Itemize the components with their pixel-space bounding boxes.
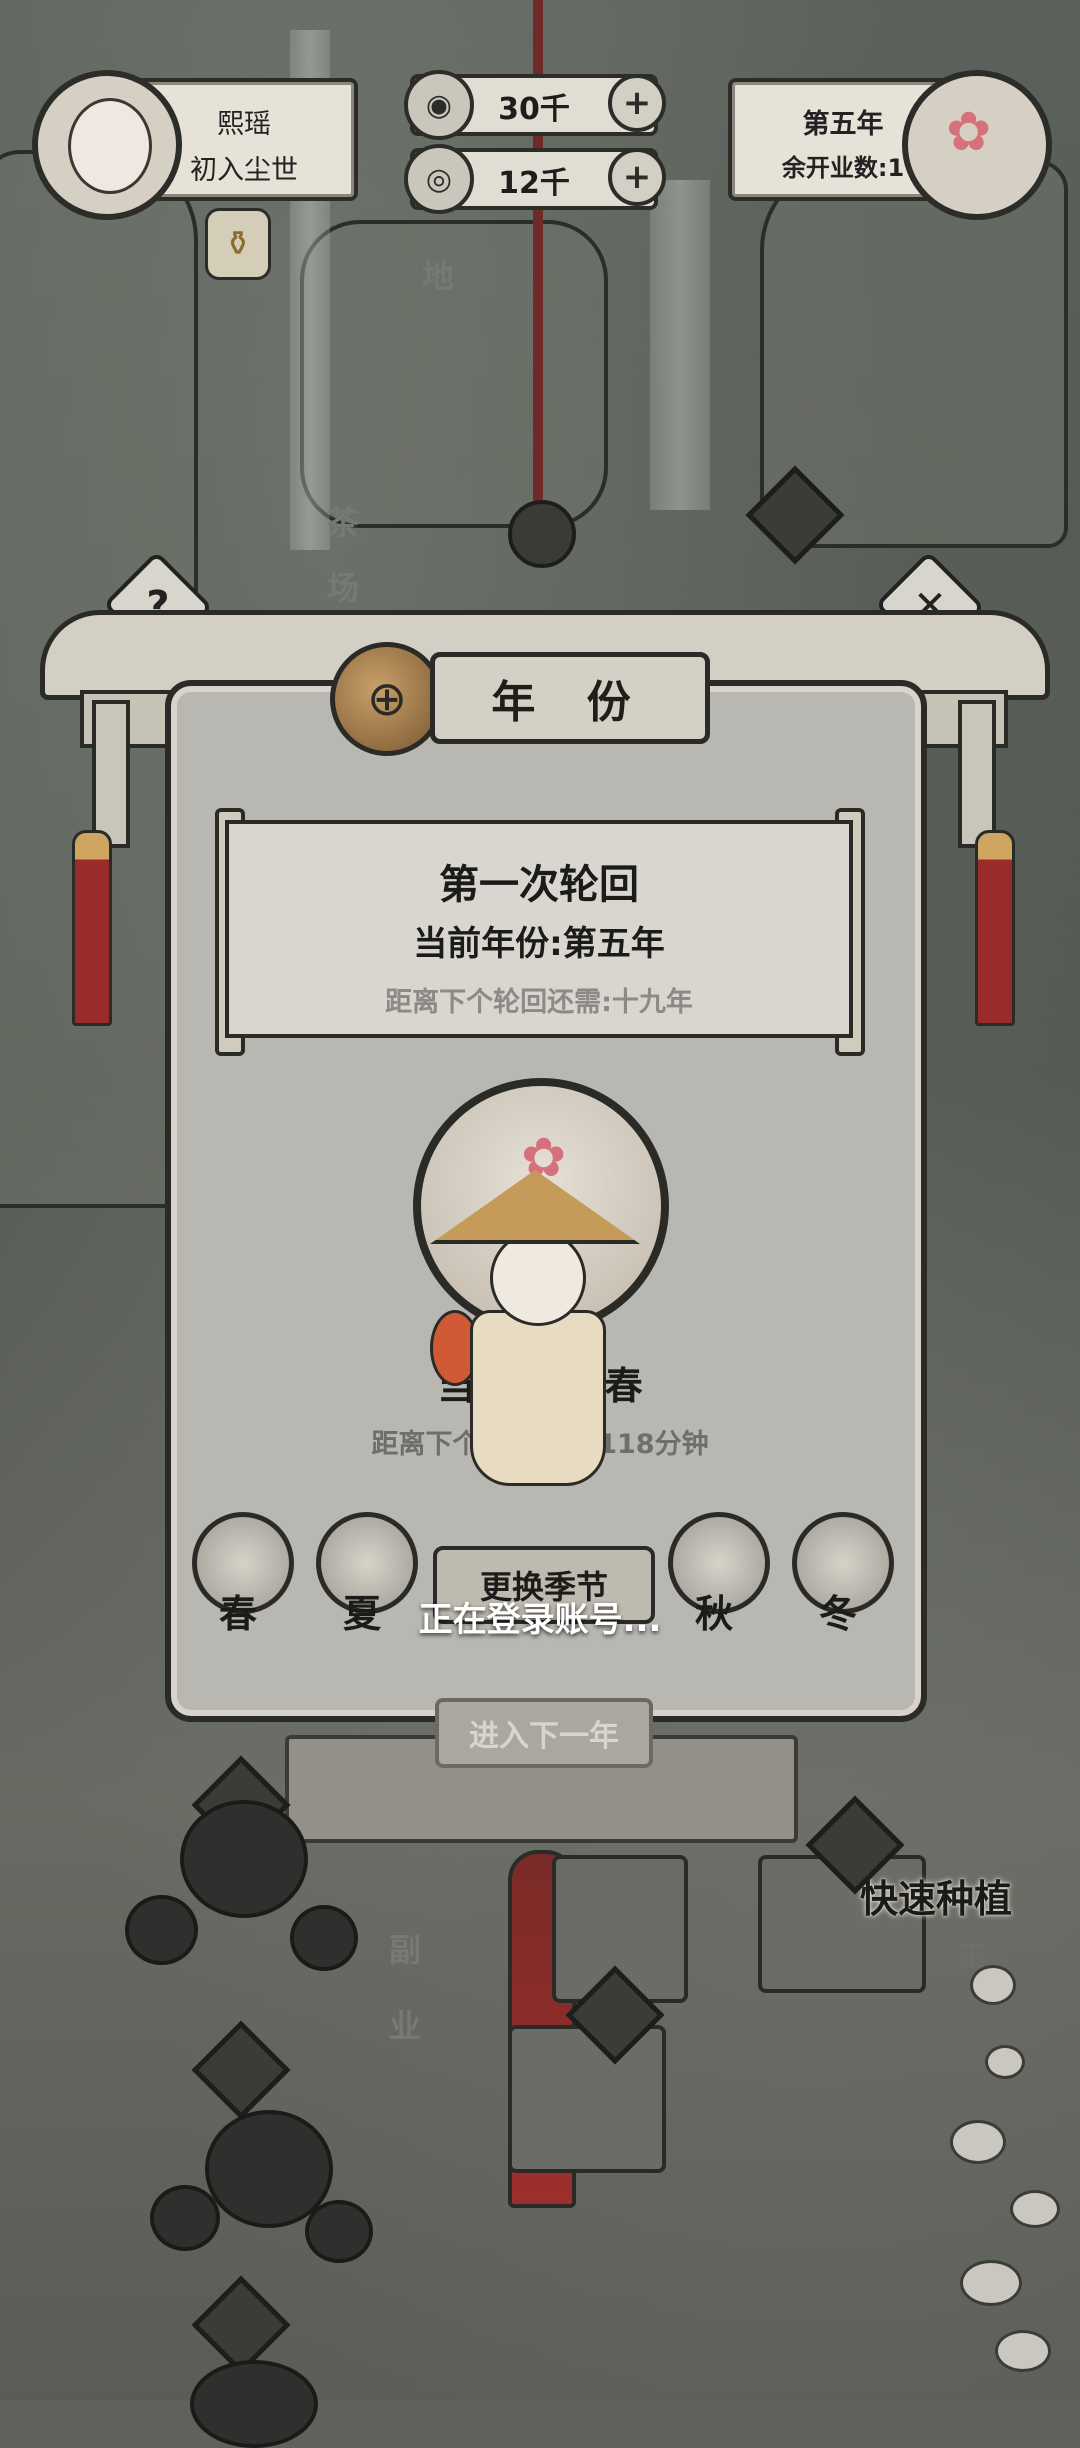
jade-icon: ◎ [404, 144, 474, 214]
jar-3 [150, 2185, 220, 2251]
character-robe [470, 1310, 606, 1486]
login-status-message: 正在登录账号... [418, 1600, 662, 1640]
stepping-stone [1010, 2190, 1060, 2228]
cycle-scroll: 第一次轮回 当前年份:第五年 距离下个轮回还需:十九年 [225, 820, 853, 1038]
farm-plot-2[interactable] [508, 2025, 666, 2173]
next-year-button[interactable]: 进入下一年 [435, 1698, 653, 1768]
jade-resource: ◎ 12千 + [404, 144, 666, 214]
stepping-stone [995, 2330, 1051, 2372]
jar-4 [305, 2200, 373, 2263]
panel-post-right [958, 700, 996, 848]
stepping-stone [950, 2120, 1006, 2164]
jade-value: 12千 [498, 166, 570, 201]
millstone-upper[interactable] [180, 1800, 308, 1918]
current-year: 当前年份:第五年 [413, 924, 665, 964]
old-man-character [430, 1170, 640, 1520]
add-jade-button[interactable]: + [608, 148, 666, 206]
jar-2 [290, 1905, 358, 1971]
quick-plant-button[interactable]: 快速种植 [860, 1868, 1012, 1923]
stepping-stone [970, 1965, 1016, 2005]
player-avatar[interactable] [32, 70, 182, 220]
coin-value: 30千 [498, 92, 570, 127]
tassel-right [975, 830, 1015, 1026]
armillary-sphere-icon: ⊕ [330, 642, 444, 756]
season-avatar[interactable]: ✿ [902, 70, 1052, 220]
map-label-teahouse-2[interactable]: 场 [323, 560, 363, 616]
map-label-teahouse-1[interactable]: 茶 [323, 495, 363, 551]
panel-title: 年 份 [430, 652, 710, 744]
avatar-face-icon [68, 98, 152, 194]
stepping-stone [960, 2260, 1022, 2306]
straw-hat [430, 1170, 640, 1244]
panel-post-left [92, 700, 130, 848]
rope-knot [508, 500, 576, 568]
gourd-badge-icon[interactable]: ⚱ [205, 208, 271, 280]
coin-icon: ◉ [404, 70, 474, 140]
character-face [490, 1230, 586, 1326]
map-label-side-business-1[interactable]: 副 [385, 1922, 425, 1978]
map-label-side-business-2[interactable]: 业 [385, 1998, 425, 2054]
add-coin-button[interactable]: + [608, 74, 666, 132]
cycle-title: 第一次轮回 [439, 862, 639, 908]
tassel-left [72, 830, 112, 1026]
millstone-bottom[interactable] [190, 2360, 318, 2448]
jar-1 [125, 1895, 198, 1965]
stepping-stone [985, 2045, 1025, 2079]
plum-blossom-icon: ✿ [946, 100, 992, 163]
map-label-land[interactable]: 地 [418, 248, 458, 304]
next-cycle-countdown: 距离下个轮回还需:十九年 [385, 987, 693, 1018]
coin-resource: ◉ 30千 + [404, 70, 666, 140]
waterfall-right [650, 180, 710, 510]
